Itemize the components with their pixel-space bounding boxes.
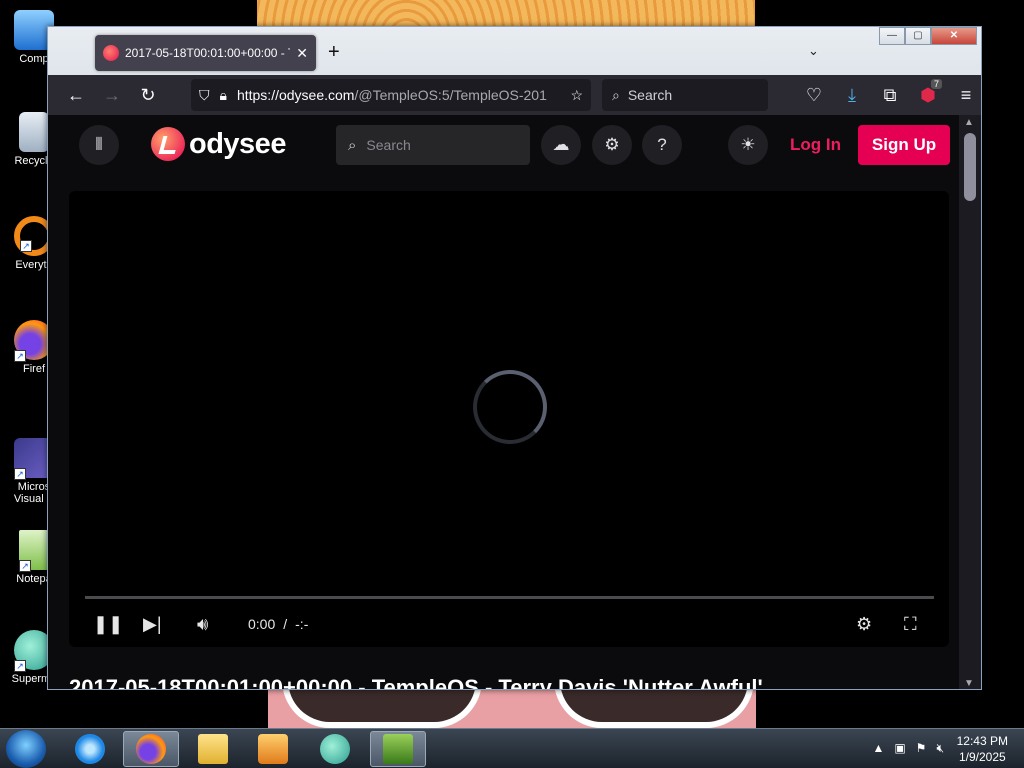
- login-button[interactable]: Log In: [790, 135, 841, 155]
- back-arrow-icon[interactable]: ←: [58, 79, 94, 111]
- hamburger-menu-icon[interactable]: ≡: [948, 79, 981, 111]
- taskbar-supermium[interactable]: [307, 731, 363, 767]
- sidebar-menu-icon[interactable]: ⦀: [79, 125, 119, 165]
- shortcut-arrow-icon: ↗: [19, 560, 31, 572]
- bookmark-star-icon[interactable]: ☆: [570, 87, 583, 104]
- odysee-search-placeholder: Search: [366, 137, 411, 153]
- reload-icon[interactable]: ↻: [130, 79, 166, 111]
- clock-time: 12:43 PM: [956, 734, 1008, 748]
- time-separator: /: [283, 616, 288, 632]
- shortcut-arrow-icon: ↗: [14, 468, 26, 480]
- help-question-icon[interactable]: ?: [642, 125, 682, 165]
- forward-arrow-icon[interactable]: →: [94, 79, 130, 111]
- fullscreen-icon[interactable]: ⛶: [904, 609, 917, 639]
- firefox-window: 2017-05-18T00:01:00+00:00 - Te ✕ + ⌄ — ▢…: [47, 26, 982, 690]
- search-icon: ⌕: [348, 136, 357, 154]
- signup-button[interactable]: Sign Up: [858, 125, 950, 165]
- odysee-header: ⦀ odysee ⌕ Search ☁ ⚙ ? ☀ Log In Sign Up: [48, 115, 959, 179]
- navigation-toolbar: ← → ↻ ⛉ 🔒︎ https://odysee.com/@TempleOS:…: [48, 75, 981, 115]
- action-center-flag-icon[interactable]: ⚑: [916, 741, 927, 756]
- tracking-protection-shield-icon[interactable]: ⛉: [199, 87, 210, 104]
- odysee-logo-text: odysee: [189, 127, 286, 160]
- downloads-icon[interactable]: ⤓: [834, 79, 870, 111]
- close-window-button[interactable]: ✕: [931, 27, 977, 45]
- show-hidden-icons-icon[interactable]: ▲: [872, 741, 884, 756]
- recycle-bin-icon: [19, 112, 49, 152]
- system-clock[interactable]: 12:43 PM 1/9/2025: [957, 733, 1008, 765]
- upload-cloud-icon[interactable]: ☁: [541, 125, 581, 165]
- odysee-page: ⦀ odysee ⌕ Search ☁ ⚙ ? ☀ Log In Sign Up…: [48, 115, 959, 690]
- window-controls: — ▢ ✕: [879, 27, 977, 45]
- settings-gear-icon[interactable]: ⚙: [592, 125, 632, 165]
- odysee-logo-icon: [151, 127, 185, 161]
- browser-search-input[interactable]: ⌕ Search: [602, 79, 768, 111]
- scroll-up-arrow-icon[interactable]: ▲: [964, 117, 974, 128]
- video-player[interactable]: ❚❚ ▶| 🔊︎ 0:00 / -:- ⚙ ⛶: [69, 191, 949, 647]
- folder-icon: [198, 734, 228, 764]
- current-time: 0:00: [248, 616, 276, 632]
- toolbar-right-buttons: ♡ ⤓ ⧉ ⬢ 7 ≡: [796, 79, 981, 111]
- taskbar-gpu-z[interactable]: [370, 731, 426, 767]
- odysee-search-input[interactable]: ⌕ Search: [336, 125, 530, 165]
- scrollbar-thumb[interactable]: [964, 133, 976, 201]
- pause-icon[interactable]: ❚❚: [93, 609, 123, 639]
- player-settings-gear-icon[interactable]: ⚙: [856, 609, 872, 639]
- shortcut-arrow-icon: ↗: [14, 350, 26, 362]
- extension-badge: 7: [930, 79, 942, 89]
- theme-sun-icon[interactable]: ☀: [728, 125, 768, 165]
- pocket-icon[interactable]: ♡: [796, 79, 832, 111]
- tab-close-icon[interactable]: ✕: [296, 45, 308, 62]
- clock-date: 1/9/2025: [958, 750, 1006, 764]
- odysee-favicon-icon: [103, 45, 119, 61]
- volume-icon[interactable]: 🔊︎: [197, 609, 208, 639]
- extensions-puzzle-icon[interactable]: ⧉: [872, 79, 908, 111]
- search-placeholder: Search: [627, 87, 673, 103]
- shortcut-arrow-icon: ↗: [14, 660, 26, 672]
- scroll-down-arrow-icon[interactable]: ▼: [964, 678, 974, 689]
- taskbar-internet-explorer[interactable]: [62, 731, 118, 767]
- firefox-icon: [136, 734, 166, 764]
- ublock-origin-icon[interactable]: ⬢ 7: [910, 79, 946, 111]
- tab-bar: 2017-05-18T00:01:00+00:00 - Te ✕ + ⌄ — ▢…: [48, 27, 981, 75]
- duration: -:-: [295, 616, 309, 632]
- media-player-icon: [258, 734, 288, 764]
- video-controls: ❚❚ ▶| 🔊︎ 0:00 / -:- ⚙ ⛶: [69, 609, 949, 641]
- internet-explorer-icon: [75, 734, 105, 764]
- video-title: 2017-05-18T00:01:00+00:00 - TempleOS - T…: [69, 675, 763, 690]
- notepad-icon: ↗: [19, 530, 49, 572]
- gpu-z-icon: [383, 734, 413, 764]
- loading-spinner-icon: [473, 370, 547, 444]
- url-text: https://odysee.com/@TempleOS:5/TempleOS-…: [236, 87, 547, 103]
- minimize-button[interactable]: —: [879, 27, 905, 45]
- time-display: 0:00 / -:-: [248, 609, 308, 639]
- odysee-logo[interactable]: odysee: [151, 127, 286, 161]
- start-button-windows-icon[interactable]: [6, 730, 46, 768]
- new-tab-button[interactable]: +: [328, 41, 340, 64]
- search-icon: ⌕: [612, 86, 620, 103]
- tab-active[interactable]: 2017-05-18T00:01:00+00:00 - Te ✕: [95, 35, 316, 71]
- system-tray: ▲ ▣ ⚑ 🔇︎: [872, 741, 944, 756]
- taskbar-firefox[interactable]: [123, 731, 179, 767]
- next-track-icon[interactable]: ▶|: [143, 609, 162, 639]
- list-all-tabs-chevron-icon[interactable]: ⌄: [808, 43, 819, 59]
- taskbar: ▲ ▣ ⚑ 🔇︎ 12:43 PM 1/9/2025: [0, 728, 1024, 768]
- tab-title: 2017-05-18T00:01:00+00:00 - Te: [125, 46, 291, 60]
- maximize-button[interactable]: ▢: [905, 27, 931, 45]
- taskbar-media-player[interactable]: [245, 731, 301, 767]
- shortcut-arrow-icon: ↗: [20, 240, 32, 252]
- volume-muted-icon[interactable]: 🔇︎: [936, 741, 944, 756]
- taskbar-file-explorer[interactable]: [185, 731, 241, 767]
- url-bar[interactable]: ⛉ 🔒︎ https://odysee.com/@TempleOS:5/Temp…: [191, 79, 591, 111]
- page-scrollbar[interactable]: ▲ ▼: [959, 115, 981, 689]
- lock-icon[interactable]: 🔒︎: [220, 87, 227, 104]
- video-progress-bar[interactable]: [85, 596, 934, 599]
- supermium-icon: [320, 734, 350, 764]
- network-icon[interactable]: ▣: [894, 741, 905, 756]
